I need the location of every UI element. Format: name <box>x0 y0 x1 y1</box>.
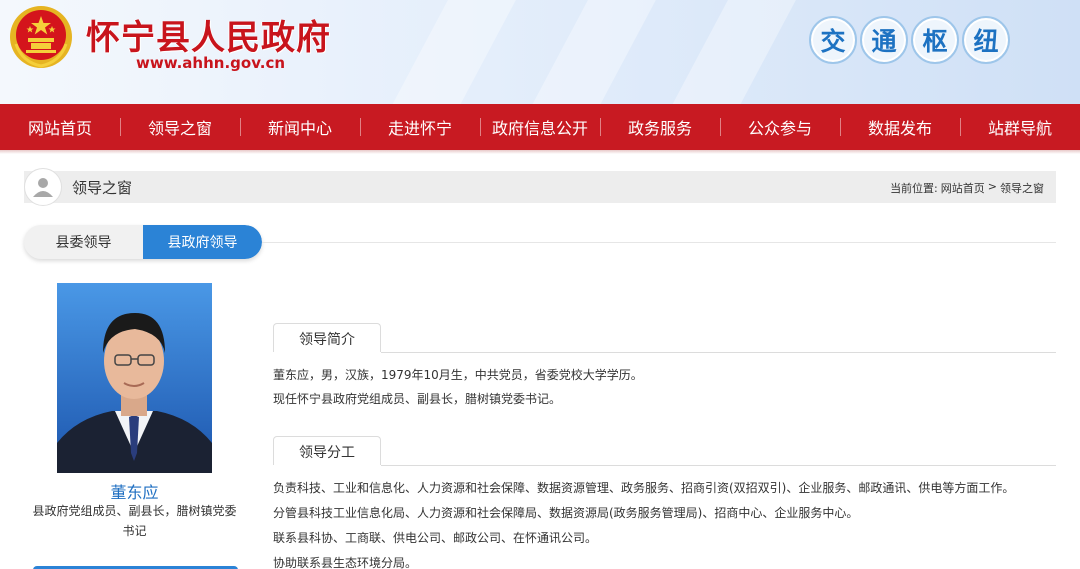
breadcrumb-home-link[interactable]: 网站首页 <box>941 180 985 196</box>
main-nav: 网站首页 领导之窗 新闻中心 走进怀宁 政府信息公开 政务服务 公众参与 数据发… <box>0 104 1080 150</box>
profile-text: 现任怀宁县政府党组成员、副县长，腊树镇党委书记。 <box>273 392 562 406</box>
nav-item-site-group[interactable]: 站群导航 <box>960 104 1080 150</box>
nav-item-home[interactable]: 网站首页 <box>0 104 120 150</box>
hub-char: 纽 <box>962 16 1010 64</box>
divider <box>262 242 1056 243</box>
profile-section-header: 领导简介 <box>273 323 1056 354</box>
breadcrumb-current-link[interactable]: 领导之窗 <box>1000 180 1044 196</box>
duties-text: 负责科技、工业和信息化、人力资源和社会保障、数据资源管理、政务服务、招商引资(双… <box>273 481 1015 495</box>
site-title[interactable]: 怀宁县人民政府 <box>86 10 331 59</box>
breadcrumb: 当前位置: 网站首页 > 领导之窗 <box>890 180 1044 196</box>
header-decoration <box>656 0 804 104</box>
nav-item-about[interactable]: 走进怀宁 <box>360 104 480 150</box>
leader-posts-line: 县政府党组成员、副县长，腊树镇党委 <box>32 504 237 518</box>
leader-photo[interactable] <box>57 283 212 473</box>
hub-char: 通 <box>860 16 908 64</box>
leader-name[interactable]: 董东应 <box>57 479 212 503</box>
nav-item-data[interactable]: 数据发布 <box>840 104 960 150</box>
duties-section-header: 领导分工 <box>273 436 1056 467</box>
profile-heading: 领导简介 <box>273 323 381 353</box>
nav-item-services[interactable]: 政务服务 <box>600 104 720 150</box>
nav-shadow <box>0 150 1080 154</box>
leader-posts: 县政府党组成员、副县长，腊树镇党委 书记 <box>24 501 245 541</box>
leader-tabs: 县委领导 县政府领导 <box>24 225 262 259</box>
section-bar: 领导之窗 当前位置: 网站首页 > 领导之窗 <box>24 168 1056 206</box>
header-decoration <box>376 0 524 104</box>
hub-char: 枢 <box>911 16 959 64</box>
duties-text: 联系县科协、工商联、供电公司、邮政公司、在怀通讯公司。 <box>273 531 598 545</box>
user-icon <box>24 168 62 206</box>
national-emblem-icon[interactable] <box>8 4 74 70</box>
tab-county-government-leaders[interactable]: 县政府领导 <box>143 225 262 259</box>
hub-char: 交 <box>809 16 857 64</box>
nav-item-participation[interactable]: 公众参与 <box>720 104 840 150</box>
site-header: 怀宁县人民政府 www.ahhn.gov.cn 交 通 枢 纽 <box>0 0 1080 104</box>
tab-county-party-leaders[interactable]: 县委领导 <box>24 225 143 259</box>
breadcrumb-separator: > <box>987 180 997 193</box>
nav-item-leaders[interactable]: 领导之窗 <box>120 104 240 150</box>
transport-hub-badge: 交 通 枢 纽 <box>809 16 1010 64</box>
nav-item-gov-info[interactable]: 政府信息公开 <box>480 104 600 150</box>
leader-posts-line: 书记 <box>122 524 147 538</box>
breadcrumb-prefix: 当前位置: <box>890 182 938 195</box>
duties-text: 协助联系县生态环境分局。 <box>273 556 418 569</box>
section-title: 领导之窗 <box>72 179 133 197</box>
profile-text: 董东应，男，汉族，1979年10月生，中共党员，省委党校大学学历。 <box>273 368 643 382</box>
nav-item-news[interactable]: 新闻中心 <box>240 104 360 150</box>
duties-text: 分管县科技工业信息化局、人力资源和社会保障局、数据资源局(政务服务管理局)、招商… <box>273 506 859 520</box>
duties-heading: 领导分工 <box>273 436 381 466</box>
site-url[interactable]: www.ahhn.gov.cn <box>136 54 285 72</box>
header-decoration <box>516 0 664 104</box>
